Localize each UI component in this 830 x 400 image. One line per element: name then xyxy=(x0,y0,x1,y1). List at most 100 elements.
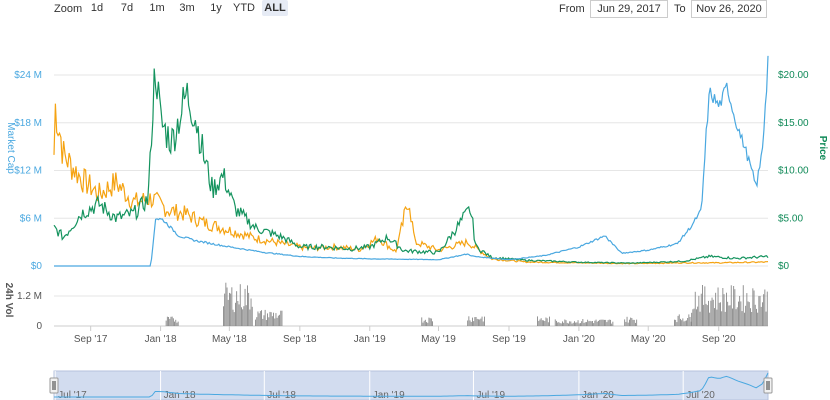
navigator-tick-label: Jul '20 xyxy=(686,390,715,400)
navigator-left-handle[interactable] xyxy=(49,377,59,394)
y-left-axis-title: Market Cap xyxy=(5,122,16,174)
volume-bar xyxy=(171,316,173,326)
volume-bar xyxy=(715,292,717,326)
volume-bar xyxy=(428,317,430,326)
volume-bar xyxy=(758,296,760,326)
volume-bar xyxy=(572,322,574,326)
series-lines xyxy=(53,55,769,267)
volume-bar xyxy=(549,316,550,326)
volume-bar xyxy=(258,313,260,326)
volume-bar xyxy=(429,318,431,326)
volume-bar xyxy=(247,285,248,326)
x-tick-label: Jan '20 xyxy=(563,334,595,345)
volume-bar xyxy=(582,319,584,326)
handle-body xyxy=(763,377,773,394)
volume-bar xyxy=(570,321,572,326)
volume-bar xyxy=(680,318,681,326)
volume-bar xyxy=(239,284,241,326)
x-tick-label: Sep '18 xyxy=(283,334,317,345)
volume-bar xyxy=(753,290,755,326)
volume-bar xyxy=(592,321,593,326)
volume-bar xyxy=(682,318,684,326)
volume-bar xyxy=(693,308,695,326)
volume-bar xyxy=(714,308,715,326)
volume-bar xyxy=(612,321,614,326)
volume-bar xyxy=(624,319,626,326)
volume-bar xyxy=(735,309,737,326)
volume-bar xyxy=(583,322,585,326)
volume-bar xyxy=(277,315,279,326)
x-tick-label: May '18 xyxy=(212,334,247,345)
volume-bar xyxy=(541,320,543,326)
volume-bar xyxy=(556,320,557,326)
volume-bar xyxy=(596,321,598,326)
volume-bar xyxy=(736,307,738,326)
volume-bar xyxy=(568,323,569,326)
volume-bar xyxy=(683,321,685,326)
volume-bar xyxy=(727,301,729,326)
volume-bar xyxy=(273,312,274,326)
volume-bar xyxy=(760,306,762,326)
volume-bar xyxy=(696,309,697,326)
series-line-volume xyxy=(53,103,769,265)
volume-bar xyxy=(756,308,757,326)
volume-bar xyxy=(681,320,683,326)
volume-bar xyxy=(225,282,227,326)
volume-bar xyxy=(711,297,713,326)
volume-bar xyxy=(279,314,280,326)
volume-bar xyxy=(686,320,687,326)
volume-bar xyxy=(674,319,675,326)
volume-bar xyxy=(267,313,268,326)
volume-bar xyxy=(600,319,602,326)
navigator-right-handle[interactable] xyxy=(763,377,773,394)
volume-bar xyxy=(236,291,238,326)
volume-bar xyxy=(763,294,765,326)
volume-bar xyxy=(421,317,423,326)
volume-bar xyxy=(475,317,477,326)
volume-bar xyxy=(608,319,610,326)
volume-bar xyxy=(559,323,561,326)
y-volume-tick-label: 1.2 M xyxy=(17,291,42,302)
volume-bar xyxy=(251,306,253,326)
volume-bar xyxy=(426,322,427,326)
volume-bar xyxy=(720,302,721,326)
volume-bar xyxy=(709,312,711,326)
volume-bar xyxy=(599,319,601,326)
volume-bar xyxy=(243,306,245,326)
volume-bar xyxy=(594,320,596,326)
volume-bar xyxy=(473,321,475,326)
volume-bar xyxy=(691,312,693,326)
volume-bar xyxy=(237,301,239,326)
volume-bar xyxy=(566,322,568,326)
volume-bar xyxy=(177,321,179,326)
volume-bar xyxy=(269,311,271,326)
volume-bar xyxy=(470,321,472,326)
y-right-tick-label: $0 xyxy=(778,261,790,272)
volume-bar xyxy=(257,311,259,326)
volume-bar xyxy=(422,322,424,326)
volume-bar xyxy=(575,322,577,326)
navigator[interactable]: Jul '17 Jan '18 Jul '18 Jan '19 Jul '19 Jan '… xyxy=(49,370,773,400)
volume-bar xyxy=(704,286,706,326)
volume-bar xyxy=(766,291,768,326)
volume-bar xyxy=(611,323,613,326)
volume-bar xyxy=(280,310,282,326)
volume-bar xyxy=(762,302,763,326)
volume-bar xyxy=(705,303,707,326)
y-left-tick-label: $24 M xyxy=(14,70,42,81)
volume-bar xyxy=(723,294,725,326)
volume-bar xyxy=(631,318,633,326)
volume-bar xyxy=(708,300,709,326)
volume-bar xyxy=(557,322,559,326)
volume-bar xyxy=(739,296,741,326)
volume-bar xyxy=(281,310,283,326)
x-tick-label: May '20 xyxy=(631,334,666,345)
volume-bar xyxy=(606,322,608,326)
volume-bar xyxy=(607,320,609,326)
volume-bar xyxy=(250,298,252,326)
volume-bar xyxy=(538,320,540,326)
volume-bar xyxy=(546,318,548,326)
volume-bar xyxy=(472,317,473,326)
volume-bar xyxy=(270,312,272,326)
volume-bar xyxy=(262,318,264,326)
